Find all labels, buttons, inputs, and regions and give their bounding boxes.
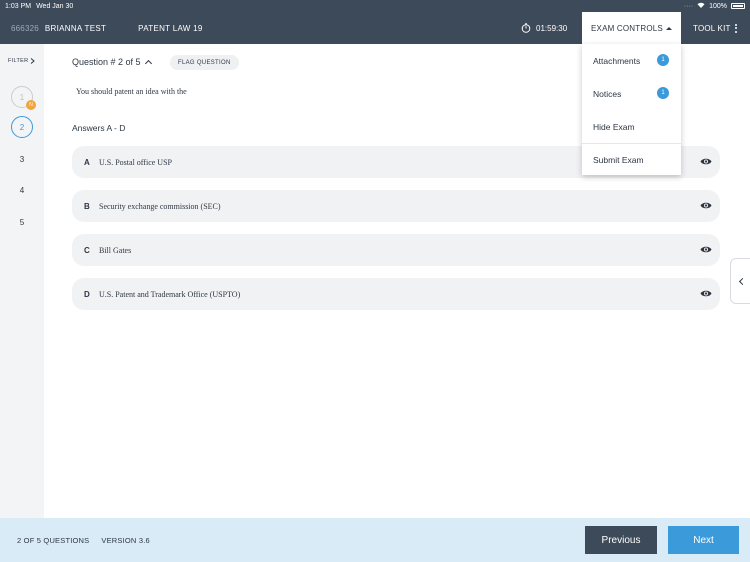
exam-controls-label: EXAM CONTROLS <box>591 23 663 33</box>
battery-icon <box>731 3 745 9</box>
toolkit-button[interactable]: TOOL KIT <box>693 12 737 44</box>
menu-item-label: Hide Exam <box>593 122 635 132</box>
answer-text: Security exchange commission (SEC) <box>99 201 221 211</box>
menu-item-submit-exam[interactable]: Submit Exam <box>593 154 673 166</box>
question-sidebar: FILTER 1 N 2 3 4 5 <box>0 44 44 518</box>
answer-option-b[interactable]: B Security exchange commission (SEC) <box>72 190 720 222</box>
ios-status-bar: 1:03 PM Wed Jan 30 ···· 100% <box>0 0 750 12</box>
attachments-count-badge: 1 <box>657 54 669 66</box>
menu-divider <box>582 143 681 144</box>
note-badge: N <box>26 100 36 110</box>
answer-text: U.S. Postal office USP <box>99 157 172 167</box>
wifi-icon <box>697 2 705 10</box>
signal-icon: ···· <box>683 2 694 10</box>
question-nav-label: 3 <box>19 154 25 164</box>
side-panel-toggle[interactable] <box>730 258 750 304</box>
question-progress: 2 OF 5 QUESTIONS <box>17 536 90 545</box>
question-text: You should patent an idea with the <box>76 87 187 96</box>
flag-question-button[interactable]: FLAG QUESTION <box>170 55 239 70</box>
question-nav-3[interactable]: 3 <box>11 148 33 170</box>
question-header[interactable]: Question # 2 of 5 <box>72 57 152 68</box>
more-vertical-icon <box>734 23 737 33</box>
question-nav-label: 1 <box>19 92 25 102</box>
question-nav-label: 4 <box>19 185 25 195</box>
answer-letter: A <box>84 157 90 167</box>
eye-icon[interactable] <box>700 201 712 210</box>
answer-option-d[interactable]: D U.S. Patent and Trademark Office (USPT… <box>72 278 720 310</box>
status-date: Wed Jan 30 <box>36 2 74 10</box>
chevron-up-icon <box>144 59 152 68</box>
filter-button[interactable]: FILTER <box>8 58 36 64</box>
status-time: 1:03 PM <box>5 2 32 10</box>
answer-letter: D <box>84 289 90 299</box>
chevron-left-icon <box>738 277 747 285</box>
exam-id: 666326 <box>11 23 39 33</box>
course-title: PATENT LAW 19 <box>138 23 203 33</box>
exam-controls-button[interactable]: EXAM CONTROLS <box>582 12 681 44</box>
chevron-right-icon <box>31 58 36 64</box>
exam-footer: 2 OF 5 QUESTIONS VERSION 3.6 Previous Ne… <box>0 518 750 562</box>
toolkit-label: TOOL KIT <box>693 23 731 33</box>
app-version: VERSION 3.6 <box>101 536 150 545</box>
question-nav-1[interactable]: 1 N <box>11 86 36 110</box>
filter-label: FILTER <box>8 58 29 64</box>
menu-item-label: Notices <box>593 89 622 99</box>
answer-option-c[interactable]: C Bill Gates <box>72 234 720 266</box>
battery-percent: 100% <box>709 2 727 10</box>
answer-letter: B <box>84 201 90 211</box>
menu-item-hide-exam[interactable]: Hide Exam <box>593 121 673 133</box>
question-nav-4[interactable]: 4 <box>11 179 33 201</box>
next-button[interactable]: Next <box>668 526 739 554</box>
exam-timer[interactable]: 01:59:30 <box>521 12 567 44</box>
answer-text: U.S. Patent and Trademark Office (USPTO) <box>99 289 241 299</box>
answer-letter: C <box>84 245 90 255</box>
question-nav-label: 2 <box>19 122 25 132</box>
menu-item-label: Submit Exam <box>593 155 644 165</box>
question-nav-label: 5 <box>19 217 25 227</box>
menu-item-label: Attachments <box>593 56 641 66</box>
notices-count-badge: 1 <box>657 87 669 99</box>
eye-icon[interactable] <box>700 157 712 166</box>
student-name: BRIANNA TEST <box>44 23 107 33</box>
exam-header: 666326 BRIANNA TEST PATENT LAW 19 01:59:… <box>0 12 750 44</box>
exam-controls-menu: Attachments 1 Notices 1 Hide Exam Submit… <box>582 44 681 175</box>
eye-icon[interactable] <box>700 289 712 298</box>
timer-icon <box>521 23 531 33</box>
eye-icon[interactable] <box>700 245 712 254</box>
caret-up-icon <box>665 26 672 30</box>
question-nav-2[interactable]: 2 <box>11 116 33 138</box>
previous-button[interactable]: Previous <box>585 526 657 554</box>
timer-value: 01:59:30 <box>536 23 568 33</box>
question-nav-5[interactable]: 5 <box>11 211 33 233</box>
answers-label: Answers A - D <box>72 123 126 133</box>
question-number: Question # 2 of 5 <box>72 57 141 67</box>
answer-text: Bill Gates <box>99 245 132 255</box>
